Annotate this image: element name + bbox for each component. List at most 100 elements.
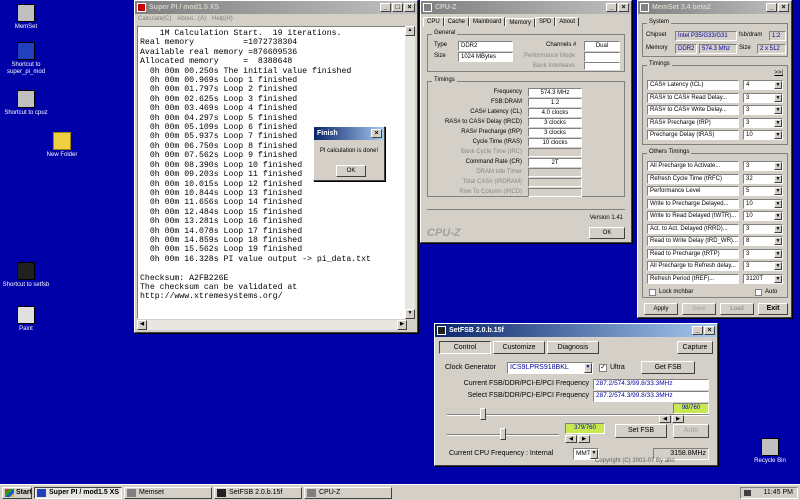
timing-select[interactable]: 32 ▼ bbox=[743, 173, 783, 184]
menu-about[interactable]: About...(A) bbox=[177, 14, 206, 25]
timing-select[interactable]: 3 ▼ bbox=[743, 248, 783, 259]
chevron-down-icon: ▼ bbox=[774, 262, 782, 270]
superpi-menubar: Calculate(C) About...(A) Help(H) bbox=[135, 14, 417, 25]
minimize-button[interactable]: _ bbox=[606, 3, 617, 12]
desktop-icon-cpuz[interactable]: Shortcut to cpuz bbox=[0, 90, 52, 117]
ultra-checkbox[interactable]: ✓ bbox=[599, 364, 607, 372]
folder-icon bbox=[53, 132, 71, 150]
timing-select[interactable]: 3 ▼ bbox=[743, 92, 783, 103]
output-line: http://www.xtremesystems.org/ bbox=[140, 292, 283, 302]
finish-titlebar[interactable]: Finish × bbox=[314, 127, 384, 140]
chevron-right-icon[interactable]: ▶ bbox=[578, 435, 590, 443]
cpuz-titlebar[interactable]: CPU-Z _ × bbox=[421, 1, 631, 14]
desktop-icon-recycle-bin[interactable]: Recycle Bin bbox=[744, 438, 796, 465]
setfsb-app-icon bbox=[217, 489, 226, 497]
slider-thumb[interactable] bbox=[500, 428, 506, 440]
auto-checkbox[interactable] bbox=[755, 289, 762, 296]
timing-select[interactable]: 3 ▼ bbox=[743, 105, 783, 115]
minimize-button[interactable]: _ bbox=[380, 3, 391, 12]
slider-thumb[interactable] bbox=[480, 408, 487, 420]
cpuz-ok-button[interactable]: OK bbox=[589, 227, 625, 239]
tab-spd[interactable]: SPD bbox=[535, 17, 556, 26]
timing-select[interactable]: 3 ▼ bbox=[743, 223, 783, 234]
chevron-left-icon[interactable]: ◀ bbox=[659, 415, 671, 423]
chevron-left-icon[interactable]: ◀ bbox=[565, 435, 577, 443]
scroll-up-button[interactable]: ▲ bbox=[405, 26, 415, 36]
pll-spinner[interactable]: ◀ ▶ bbox=[565, 435, 590, 443]
close-button[interactable]: × bbox=[404, 3, 415, 12]
superpi-titlebar[interactable]: Super PI / mod1.5 XS _ □ × bbox=[135, 1, 417, 14]
taskbar-item-cpuz[interactable]: CPU-Z bbox=[304, 487, 392, 499]
timing-select[interactable]: 10 ▼ bbox=[743, 198, 783, 209]
timing-select[interactable]: 10 ▼ bbox=[743, 130, 783, 140]
close-button[interactable]: × bbox=[371, 129, 382, 138]
horizontal-scrollbar[interactable]: ◀ ▶ bbox=[137, 320, 407, 330]
save-button[interactable]: Save bbox=[682, 303, 716, 315]
clock[interactable]: 11:45 PM bbox=[764, 489, 793, 496]
vertical-scrollbar[interactable]: ▲ ▼ bbox=[405, 26, 415, 319]
close-button[interactable]: × bbox=[618, 3, 629, 12]
tray-icon[interactable] bbox=[744, 490, 751, 496]
chevron-down-icon: ▼ bbox=[774, 249, 782, 258]
timing-value: 574.3 MHz bbox=[528, 88, 582, 97]
maximize-button[interactable]: □ bbox=[392, 3, 403, 12]
lock-mchbar-checkbox[interactable] bbox=[649, 289, 656, 296]
desktop-icon-memset[interactable]: MemSet bbox=[0, 4, 52, 31]
timing-label: CAS# Latency (tCL) bbox=[647, 80, 739, 90]
cpuz-general-group: General Type DDR2 Size 1024 MBytes Chann… bbox=[427, 30, 625, 72]
set-fsb-button[interactable]: Set FSB bbox=[615, 424, 667, 438]
timing-select[interactable]: 3 ▼ bbox=[743, 161, 783, 171]
tab-customize[interactable]: Customize bbox=[493, 341, 545, 354]
minimize-button[interactable]: _ bbox=[692, 326, 703, 335]
taskbar-item-memset[interactable]: Memset bbox=[124, 487, 212, 499]
tab-cache[interactable]: Cache bbox=[443, 17, 470, 26]
desktop-icon-superpi[interactable]: Shortcut to super_pi_mod bbox=[0, 42, 52, 76]
pll-slider-value: 379/760 bbox=[565, 423, 605, 434]
auto-button[interactable]: Auto bbox=[673, 424, 709, 438]
tab-mainboard[interactable]: Mainboard bbox=[469, 17, 506, 26]
fsb-spinner[interactable]: ◀ ▶ bbox=[659, 415, 684, 423]
desktop-icon-paint[interactable]: Paint bbox=[0, 306, 52, 333]
close-button[interactable]: × bbox=[778, 3, 789, 12]
timing-select[interactable]: 5 ▼ bbox=[743, 186, 783, 196]
tab-cpu[interactable]: CPU bbox=[423, 17, 444, 26]
ok-button[interactable]: OK bbox=[336, 165, 366, 177]
tab-diagnosis[interactable]: Diagnosis bbox=[547, 341, 599, 354]
clock-generator-select[interactable]: ICS9LPRS918BKL ▼ bbox=[507, 362, 593, 374]
apply-button[interactable]: Apply bbox=[644, 303, 678, 315]
scroll-left-button[interactable]: ◀ bbox=[137, 320, 147, 330]
minimize-button[interactable]: _ bbox=[766, 3, 777, 12]
load-button[interactable]: Load bbox=[720, 303, 754, 315]
memset-titlebar[interactable]: MemSet 3.4 beta2 _ × bbox=[638, 1, 791, 14]
timing-select[interactable]: 10 ▼ bbox=[743, 211, 783, 221]
pll-slider[interactable] bbox=[447, 428, 559, 442]
timing-select[interactable]: 3 ▼ bbox=[743, 117, 783, 128]
close-button[interactable]: × bbox=[704, 326, 715, 335]
tab-memory[interactable]: Memory bbox=[505, 18, 536, 27]
timing-select[interactable]: 8 ▼ bbox=[743, 236, 783, 246]
expand-button[interactable]: >>| bbox=[774, 70, 783, 76]
chevron-down-icon: ▼ bbox=[774, 174, 782, 183]
desktop-icon-setfsb[interactable]: Shortcut to setfsb bbox=[0, 262, 52, 289]
exit-button[interactable]: Exit bbox=[758, 303, 788, 315]
tab-control[interactable]: Control bbox=[439, 341, 491, 354]
setfsb-titlebar[interactable]: SetFSB 2.0.b.15f _ × bbox=[435, 324, 717, 337]
taskbar-item-superpi[interactable]: Super PI / mod1.5 XS bbox=[34, 487, 122, 499]
timing-select[interactable]: 3 ▼ bbox=[743, 261, 783, 271]
chevron-right-icon[interactable]: ▶ bbox=[672, 415, 684, 423]
scroll-down-button[interactable]: ▼ bbox=[405, 309, 415, 319]
capture-button[interactable]: Capture bbox=[677, 341, 713, 354]
tab-about[interactable]: About bbox=[555, 17, 580, 26]
desktop-icon-new-folder[interactable]: New Folder bbox=[36, 132, 88, 159]
scroll-right-button[interactable]: ▶ bbox=[397, 320, 407, 330]
start-button[interactable]: Start bbox=[2, 487, 32, 499]
taskbar-item-setfsb[interactable]: SetFSB 2.0.b.15f bbox=[214, 487, 302, 499]
cpuz-version: Version 1.41 bbox=[589, 215, 623, 221]
menu-calculate[interactable]: Calculate(C) bbox=[138, 14, 171, 25]
timing-label: Row To Column (tRCD) bbox=[459, 189, 522, 195]
menu-help[interactable]: Help(H) bbox=[212, 14, 233, 25]
timing-select[interactable]: 3120T ▼ bbox=[743, 273, 783, 284]
timing-select[interactable]: 4 ▼ bbox=[743, 80, 783, 90]
get-fsb-button[interactable]: Get FSB bbox=[641, 361, 695, 374]
timing-label: Command Rate (CR) bbox=[465, 159, 522, 165]
